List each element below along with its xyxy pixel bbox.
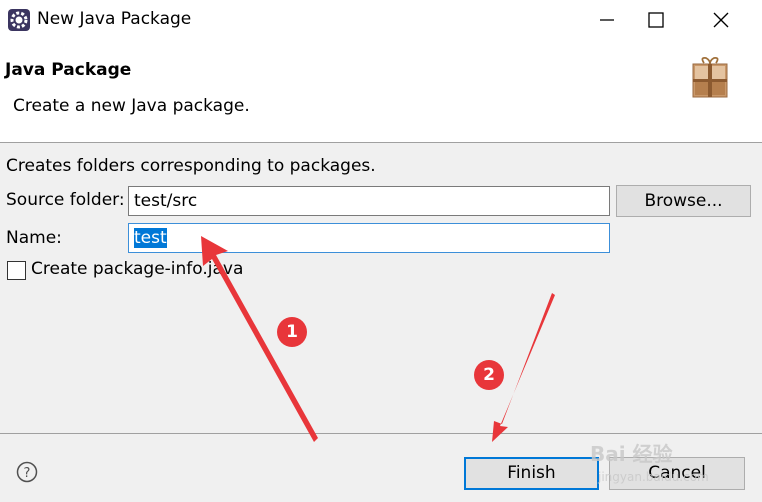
name-input[interactable]: test: [128, 223, 610, 253]
source-folder-input[interactable]: test/src: [128, 186, 610, 216]
package-icon: [690, 55, 730, 99]
svg-text:?: ?: [24, 466, 31, 481]
wizard-header: Java Package Create a new Java package.: [0, 40, 762, 143]
name-value: test: [134, 228, 167, 248]
footer-divider: [0, 433, 762, 434]
step-badge-1: 1: [277, 317, 307, 347]
source-folder-label: Source folder:: [6, 190, 125, 210]
watermark-url: jingyan.baidu.com: [598, 470, 709, 484]
window-title: New Java Package: [37, 9, 192, 29]
minimize-icon: [600, 19, 614, 21]
step-badge-2: 2: [474, 360, 504, 390]
maximize-icon: [648, 12, 664, 28]
intro-text: Creates folders corresponding to package…: [6, 156, 376, 176]
finish-button[interactable]: Finish: [464, 457, 599, 490]
name-label: Name:: [6, 228, 62, 248]
close-icon: [713, 12, 729, 28]
watermark-logo: Bai 经验: [590, 442, 673, 466]
help-icon[interactable]: ?: [16, 461, 38, 483]
page-title: Java Package: [5, 60, 132, 80]
close-button[interactable]: [698, 0, 744, 40]
browse-button[interactable]: Browse...: [616, 185, 751, 217]
package-info-label[interactable]: Create package-info.java: [31, 259, 243, 279]
source-folder-value: test/src: [134, 191, 198, 211]
package-info-checkbox[interactable]: [7, 261, 26, 280]
title-bar: New Java Package: [0, 0, 762, 40]
page-description: Create a new Java package.: [13, 96, 250, 116]
minimize-button[interactable]: [584, 0, 630, 40]
maximize-button[interactable]: [633, 0, 679, 40]
eclipse-icon: [7, 8, 31, 32]
